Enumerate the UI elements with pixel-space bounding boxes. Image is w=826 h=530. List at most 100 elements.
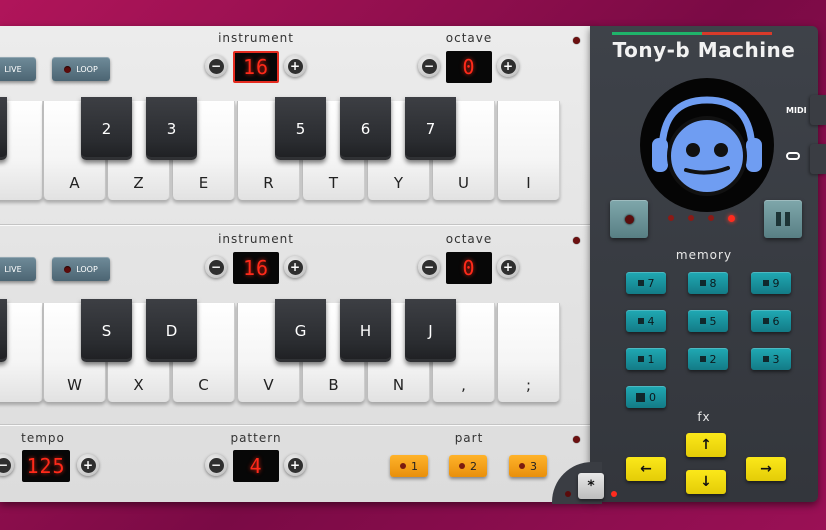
level-meter-green	[612, 32, 702, 35]
part-1-button[interactable]: 1	[390, 455, 428, 477]
black-key[interactable]	[0, 299, 7, 362]
loop-button[interactable]: LOOP	[52, 57, 110, 81]
black-key[interactable]	[0, 97, 7, 160]
gamepad-icon	[786, 152, 800, 160]
black-key[interactable]: J	[405, 299, 456, 362]
memory-0-button[interactable]: 0	[626, 386, 666, 408]
keyboard-row-2: W X C V B N , ; S D G H J	[0, 299, 594, 403]
live-label: LIVE	[4, 264, 22, 274]
pause-button[interactable]	[764, 200, 802, 238]
record-button[interactable]	[610, 200, 648, 238]
octave-display: 0	[446, 252, 492, 284]
white-key[interactable]: I	[497, 101, 560, 200]
arrow-up-icon: ↑	[700, 437, 712, 453]
arrow-right-icon: →	[760, 461, 772, 477]
gamepad-tab[interactable]	[810, 144, 826, 174]
tempo-display: 125	[22, 450, 70, 482]
fx-right-button[interactable]: →	[746, 457, 786, 481]
black-key[interactable]: 3	[146, 97, 197, 160]
loop-label: LOOP	[76, 264, 98, 274]
machine-title: Tony-b Machine	[612, 38, 796, 62]
live-button[interactable]: LIVE	[0, 257, 36, 281]
black-key[interactable]: 6	[340, 97, 391, 160]
memory-2-button[interactable]: 2	[688, 348, 728, 370]
arrow-down-icon: ↓	[700, 474, 712, 490]
midi-label: MIDI	[786, 106, 807, 115]
live-button[interactable]: LIVE	[0, 57, 36, 81]
part-3-button[interactable]: 3	[509, 455, 547, 477]
octave-decrement-button[interactable]: −	[418, 55, 440, 77]
loop-label: LOOP	[76, 64, 98, 74]
step-led-4	[728, 215, 735, 222]
memory-label: memory	[675, 248, 733, 262]
octave-increment-button[interactable]: +	[497, 256, 519, 278]
part-2-led	[459, 463, 465, 469]
memory-4-button[interactable]: 4	[626, 310, 666, 332]
step-led-3	[708, 215, 714, 221]
octave-increment-button[interactable]: +	[497, 55, 519, 77]
black-key[interactable]: 5	[275, 97, 326, 160]
level-meter-red	[702, 32, 772, 35]
mascot-badge	[640, 78, 774, 212]
midi-tab[interactable]	[810, 95, 826, 125]
instrument-increment-button[interactable]: +	[284, 256, 306, 278]
fx-down-button[interactable]: ↓	[686, 470, 726, 494]
fx-up-button[interactable]: ↑	[686, 433, 726, 457]
tempo-increment-button[interactable]: +	[77, 454, 99, 476]
asterisk-button[interactable]: *	[578, 473, 604, 499]
part-1-led	[400, 463, 406, 469]
pause-icon	[776, 212, 790, 226]
sequencer-panel: LIVE LOOP instrument − 16 + octave − 0 +…	[0, 26, 594, 502]
record-icon	[624, 214, 634, 224]
part-2-button[interactable]: 2	[449, 455, 487, 477]
memory-8-button[interactable]: 8	[688, 272, 728, 294]
memory-9-button[interactable]: 9	[751, 272, 791, 294]
keyboard-row-1: A Z E R T Y U I 2 3 5 6 7	[0, 97, 594, 201]
octave-label: octave	[445, 232, 493, 246]
memory-1-button[interactable]: 1	[626, 348, 666, 370]
pattern-label: pattern	[230, 431, 282, 445]
instrument-label: instrument	[218, 31, 294, 45]
loop-led	[64, 65, 72, 73]
black-key[interactable]: S	[81, 299, 132, 362]
corner-led-right	[611, 491, 617, 497]
instrument-display: 16	[233, 252, 279, 284]
arrow-left-icon: ←	[640, 461, 652, 477]
instrument-decrement-button[interactable]: −	[205, 256, 227, 278]
tempo-label: tempo	[21, 431, 65, 445]
memory-5-button[interactable]: 5	[688, 310, 728, 332]
row1-status-led	[573, 37, 580, 44]
pattern-increment-button[interactable]: +	[284, 454, 306, 476]
loop-led	[64, 265, 72, 273]
bottom-status-led	[573, 436, 580, 443]
black-key[interactable]: D	[146, 299, 197, 362]
row2-status-led	[573, 237, 580, 244]
mascot-face-icon	[652, 96, 762, 196]
pattern-decrement-button[interactable]: −	[205, 454, 227, 476]
instrument-increment-button[interactable]: +	[284, 55, 306, 77]
black-key[interactable]: H	[340, 299, 391, 362]
loop-button[interactable]: LOOP	[52, 257, 110, 281]
fx-left-button[interactable]: ←	[626, 457, 666, 481]
part-label: part	[454, 431, 484, 445]
step-led-2	[688, 215, 694, 221]
memory-7-button[interactable]: 7	[626, 272, 666, 294]
black-key[interactable]: 2	[81, 97, 132, 160]
memory-6-button[interactable]: 6	[751, 310, 791, 332]
black-key[interactable]: G	[275, 299, 326, 362]
row-divider	[0, 224, 594, 226]
machine-panel: Tony-b Machine MIDI memory 7 8 9 4 5 6 1	[590, 26, 818, 502]
row-divider	[0, 424, 594, 426]
memory-3-button[interactable]: 3	[751, 348, 791, 370]
octave-label: octave	[445, 31, 493, 45]
pattern-display: 4	[233, 450, 279, 482]
black-key[interactable]: 7	[405, 97, 456, 160]
part-3-led	[519, 463, 525, 469]
octave-decrement-button[interactable]: −	[418, 256, 440, 278]
instrument-decrement-button[interactable]: −	[205, 55, 227, 77]
white-key[interactable]: ;	[497, 303, 560, 402]
step-led-1	[668, 215, 674, 221]
live-label: LIVE	[4, 64, 22, 74]
tempo-decrement-button[interactable]: −	[0, 454, 14, 476]
instrument-label: instrument	[218, 232, 294, 246]
